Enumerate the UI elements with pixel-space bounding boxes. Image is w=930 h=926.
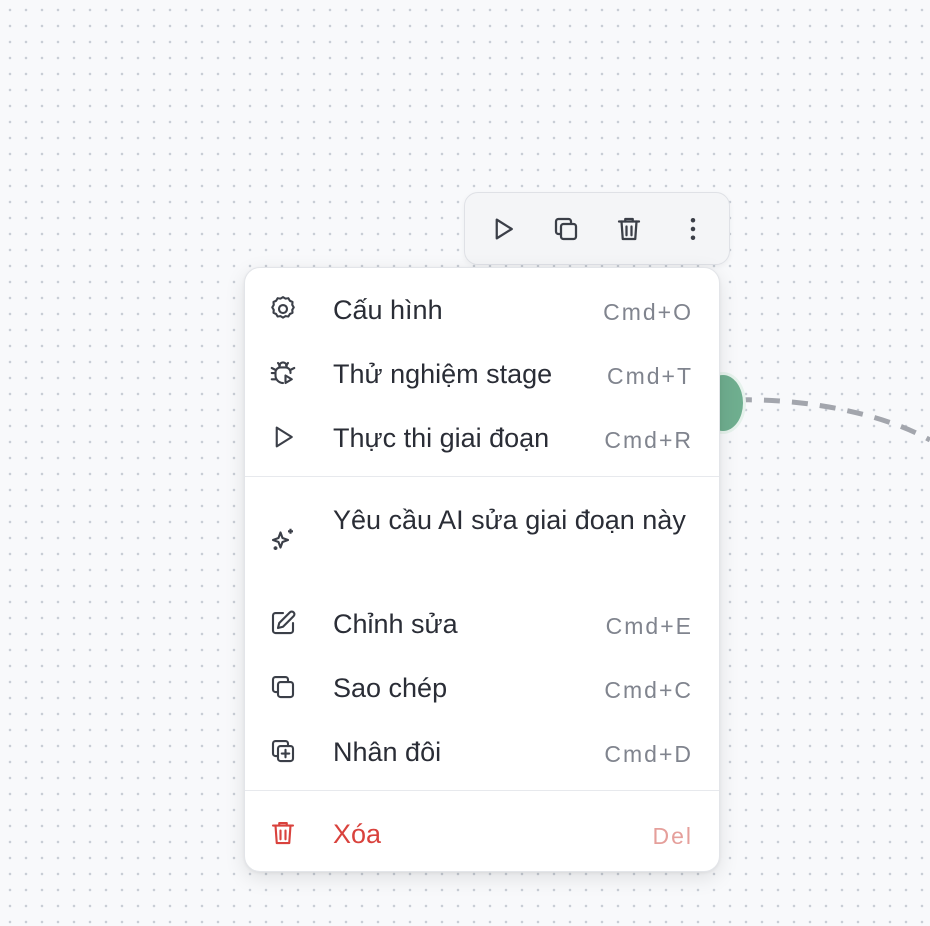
duplicate-icon [268,736,298,766]
sparkles-icon [268,525,298,555]
play-icon [268,422,298,452]
more-vertical-icon [690,218,696,240]
copy-icon [554,217,578,241]
menu-item-label: Thử nghiệm stage [333,359,553,389]
menu-item-delete[interactable]: Xóa Del [245,800,719,864]
edit-icon [268,608,298,638]
menu-item-shortcut: Del [652,823,693,849]
menu-item-shortcut: Cmd+C [604,677,693,703]
menu-item-shortcut: Cmd+O [603,299,693,325]
menu-item-ask-ai[interactable]: Yêu cầu AI sửa giai đoạn này [245,486,719,598]
menu-item-label: Xóa [333,819,382,849]
menu-divider [245,790,719,791]
menu-item-shortcut: Cmd+T [606,363,693,389]
menu-item-label: Thực thi giai đoạn [333,423,550,453]
gear-icon [268,294,298,324]
trash-icon [268,818,298,848]
menu-item-shortcut: Cmd+R [604,427,693,453]
menu-item-label: Yêu cầu AI sửa giai đoạn này [333,505,686,535]
copy-icon [268,672,298,702]
menu-item-shortcut: Cmd+E [605,613,693,639]
menu-item-label: Chỉnh sửa [333,609,458,639]
menu-item-shortcut: Cmd+D [604,741,693,767]
menu-item-copy[interactable]: Sao chép Cmd+C [245,654,719,718]
context-menu: Cấu hình Cmd+O Thử nghiệm stage Cmd+T Th… [244,267,720,872]
delete-button[interactable] [611,211,647,247]
bug-play-icon [268,358,298,388]
menu-item-test-stage[interactable]: Thử nghiệm stage Cmd+T [245,340,719,404]
node-toolbar [464,192,730,265]
run-button[interactable] [485,211,521,247]
menu-item-label: Cấu hình [333,295,443,325]
copy-button[interactable] [548,211,584,247]
menu-divider [245,476,719,477]
menu-item-configure[interactable]: Cấu hình Cmd+O [245,276,719,340]
menu-item-execute-stage[interactable]: Thực thi giai đoạn Cmd+R [245,404,719,468]
menu-item-label: Nhân đôi [333,737,442,767]
more-button[interactable] [675,211,711,247]
trash-icon [617,217,641,241]
play-icon [495,218,513,240]
menu-item-duplicate[interactable]: Nhân đôi Cmd+D [245,718,719,782]
menu-item-edit[interactable]: Chỉnh sửa Cmd+E [245,590,719,654]
menu-item-label: Sao chép [333,673,448,703]
